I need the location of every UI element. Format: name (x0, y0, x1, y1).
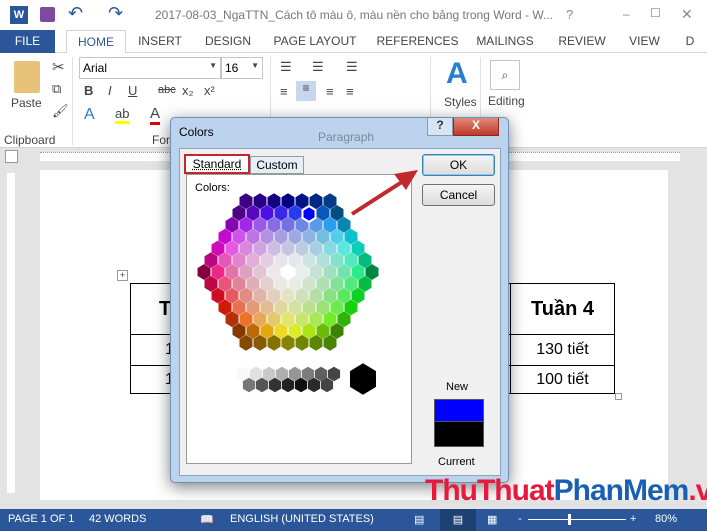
web-layout-icon[interactable]: ▦ (487, 513, 497, 526)
proofing-icon[interactable]: 📖 (200, 513, 214, 526)
language[interactable]: ENGLISH (UNITED STATES) (230, 513, 374, 525)
page-count[interactable]: PAGE 1 OF 1 (8, 513, 74, 525)
zoom-slider[interactable] (528, 514, 626, 525)
zoom-out-button[interactable]: - (518, 513, 522, 525)
group-paragraph-label: Paragraph (318, 130, 375, 144)
red-arrow-annotation (350, 170, 418, 216)
read-mode-icon[interactable]: ▤ (414, 513, 424, 526)
word-count[interactable]: 42 WORDS (89, 513, 146, 525)
print-layout-icon[interactable]: ▤ (440, 509, 476, 531)
status-bar: PAGE 1 OF 1 42 WORDS 📖 ENGLISH (UNITED S… (0, 509, 707, 531)
zoom-in-button[interactable]: + (630, 513, 636, 525)
zoom-level[interactable]: 80% (655, 513, 677, 525)
watermark-logo: ThuThuatPhanMem.vn (425, 474, 707, 507)
